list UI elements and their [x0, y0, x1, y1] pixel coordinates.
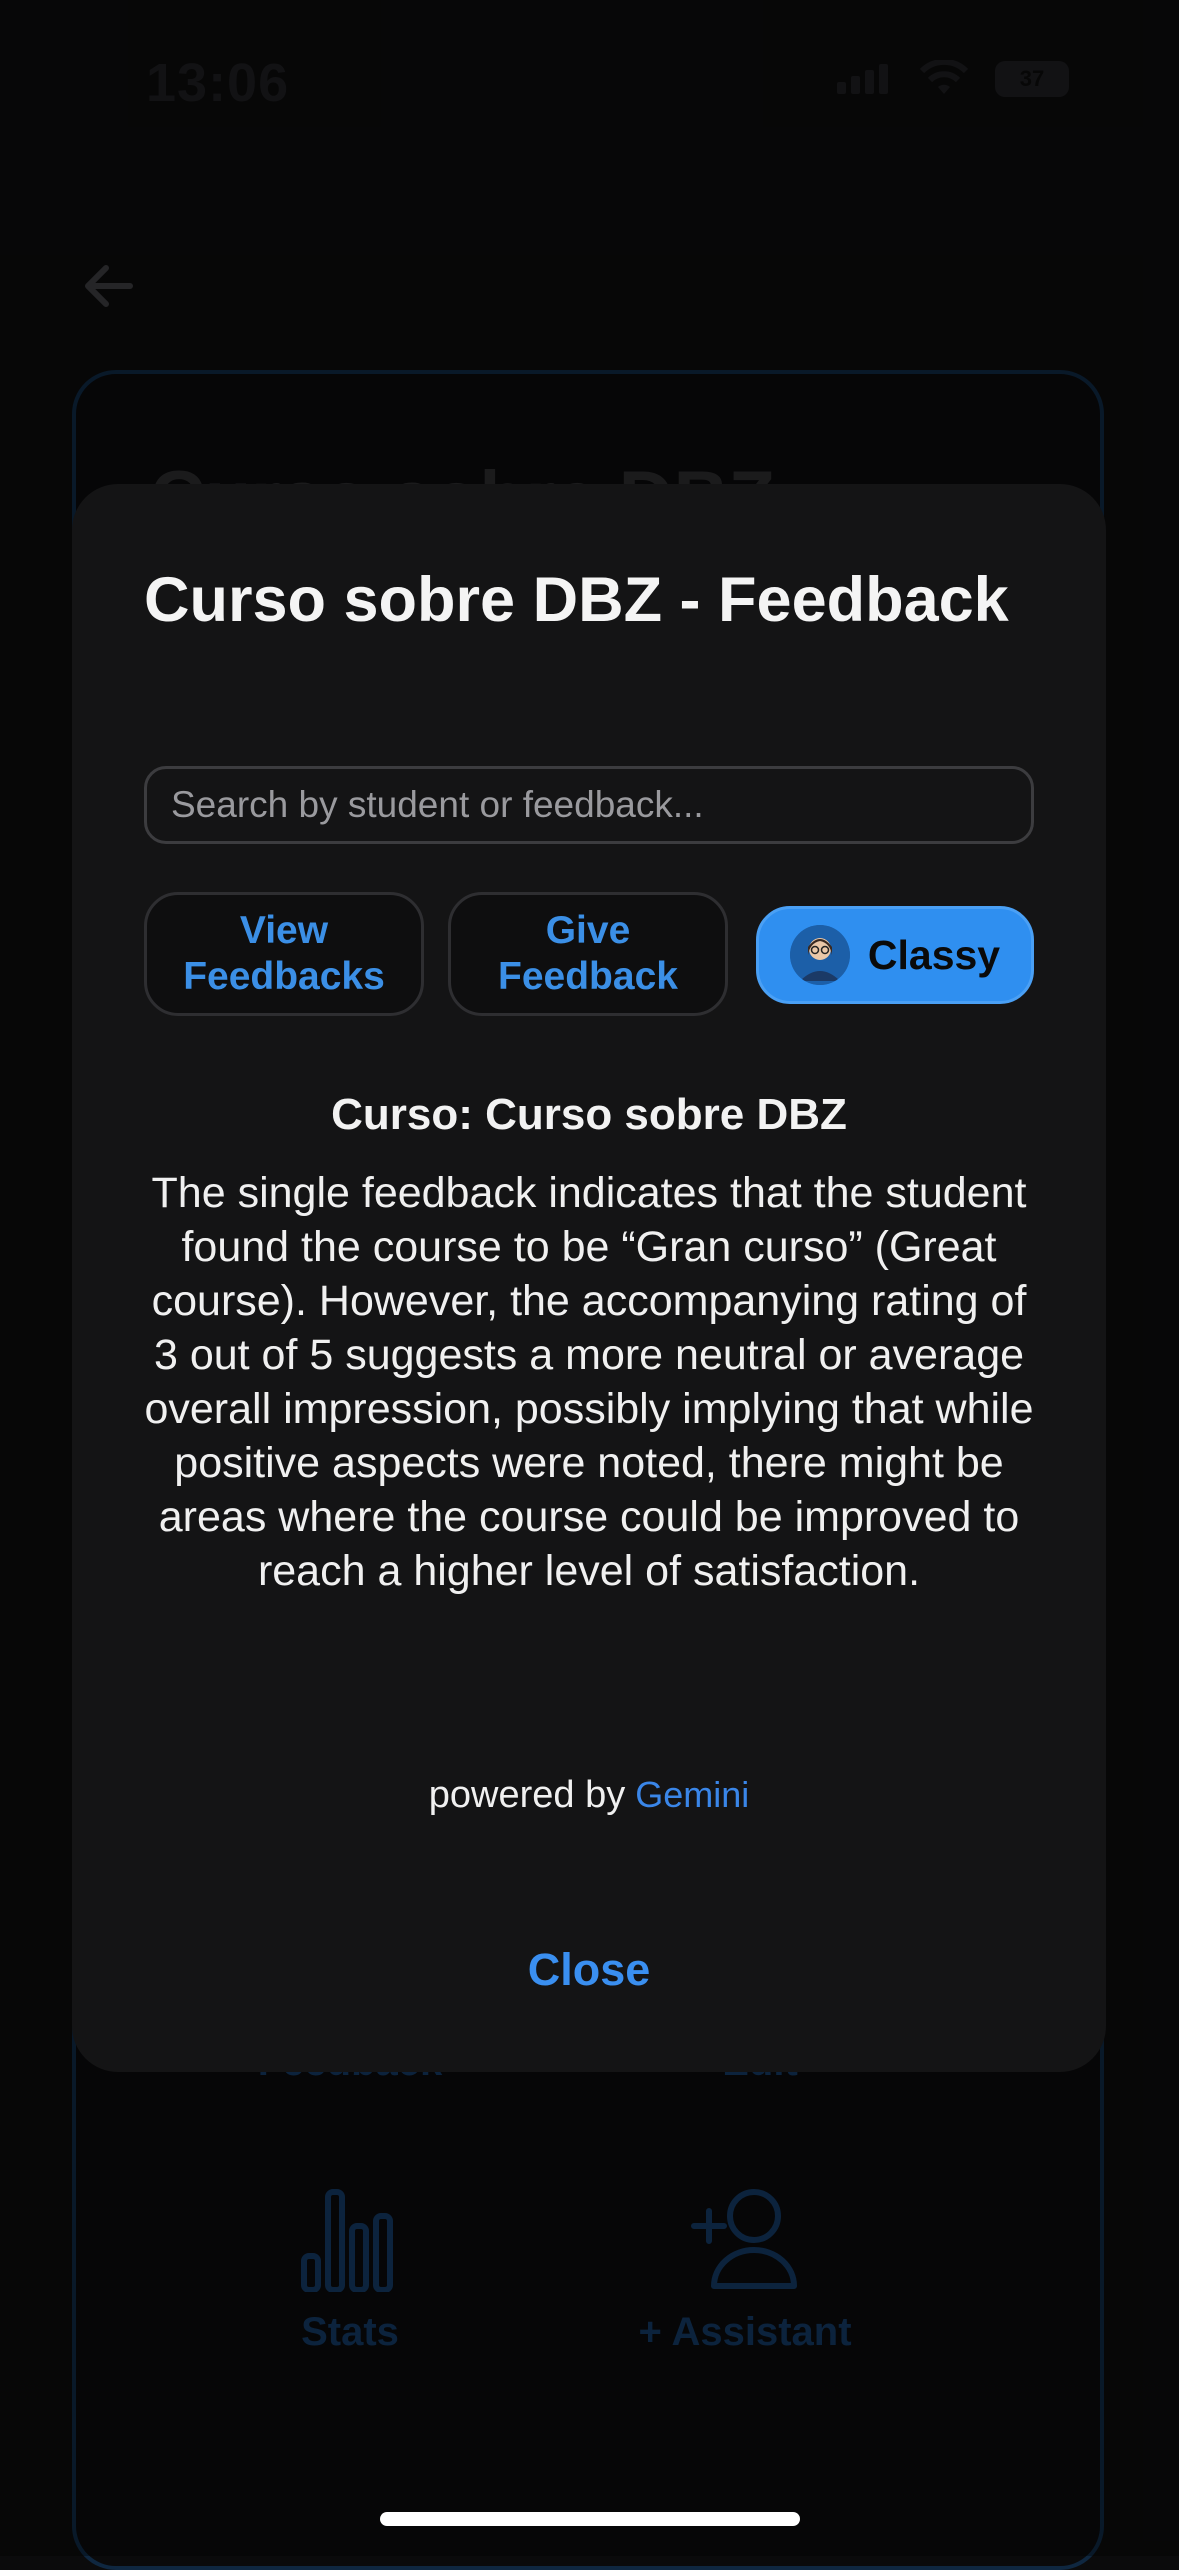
classy-button[interactable]: Classy — [756, 906, 1034, 1004]
powered-by-label: powered by — [428, 1774, 626, 1816]
give-feedback-button[interactable]: Give Feedback — [448, 892, 728, 1016]
view-feedbacks-button[interactable]: View Feedbacks — [144, 892, 424, 1016]
gemini-logo: Gemini — [635, 1774, 750, 1815]
summary-text: The single feedback indicates that the s… — [144, 1169, 1034, 1595]
give-feedback-label: Give Feedback — [498, 909, 678, 998]
summary-title: Curso: Curso sobre DBZ — [331, 1090, 847, 1139]
home-indicator[interactable] — [380, 2512, 800, 2526]
close-button[interactable]: Close — [144, 1944, 1034, 1996]
view-feedbacks-label: View Feedbacks — [183, 909, 385, 998]
avatar-icon — [789, 925, 850, 985]
feedback-modal: Curso sobre DBZ - Feedback View Feedback… — [72, 484, 1106, 2072]
modal-title: Curso sobre DBZ - Feedback — [144, 565, 1009, 635]
classy-label: Classy — [867, 932, 1001, 978]
powered-by: powered by Gemini — [144, 1774, 1034, 1817]
search-input[interactable] — [144, 766, 1034, 844]
